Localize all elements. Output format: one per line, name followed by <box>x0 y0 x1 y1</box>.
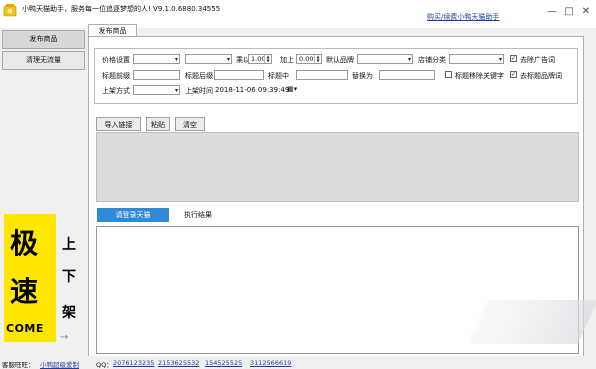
plus-stepper[interactable]: 0.00 ▲ ▼ <box>296 54 322 64</box>
qq-number-link[interactable]: 3112566619 <box>250 359 291 367</box>
replace-with-label: 替换为 <box>352 72 373 80</box>
status-bar: 客服旺旺： 小鸭超级爱制 QQ： 2076123235 2153625532 1… <box>0 356 596 369</box>
qq-number-link[interactable]: 2076123235 <box>113 359 154 367</box>
dropdown-arrow-icon: ▾ <box>174 56 178 63</box>
window-title: 小鸭天猫助手，服务每一位追逐梦想的人! V9.1.0.6880.34555 <box>22 5 221 13</box>
title-remove-keywords-checkbox[interactable] <box>445 71 452 78</box>
title-remove-keywords-label: 标题移除关键字 <box>455 72 504 80</box>
app-duck-icon <box>3 4 17 17</box>
title-prefix-input[interactable] <box>133 70 180 80</box>
calendar-icon[interactable]: ▦▾ <box>287 84 298 94</box>
sidebar-item-clean-no-traffic[interactable]: 清理无流量 <box>2 51 85 70</box>
dropdown-arrow-icon: ▾ <box>174 87 178 94</box>
plus-value: 0.00 <box>299 55 314 63</box>
clear-button[interactable]: 清空 <box>175 117 205 131</box>
default-brand-select[interactable]: ▾ <box>357 54 413 64</box>
dropdown-arrow-icon: ▾ <box>226 56 230 63</box>
maximize-icon[interactable]: □ <box>563 6 575 18</box>
listing-time-label: 上架时间 <box>185 87 213 95</box>
title-middle-input[interactable] <box>296 70 348 80</box>
price-mode-select[interactable]: ▾ <box>133 54 180 64</box>
dropdown-arrow-icon: ▾ <box>498 56 502 63</box>
ad-come-text: COME <box>6 322 44 335</box>
ad-char-su: 速 <box>10 275 39 308</box>
remove-ad-words-checkbox[interactable]: ✓ <box>510 55 517 62</box>
links-grid[interactable] <box>96 132 579 202</box>
remove-title-brand-label: 去标题品牌词 <box>520 72 562 80</box>
listing-time-value[interactable]: 2018-11-06 09:39:49 <box>215 86 289 94</box>
minimize-icon[interactable]: — <box>546 6 558 18</box>
listing-mode-label: 上架方式 <box>102 87 130 95</box>
import-links-button[interactable]: 导入链接 <box>96 117 141 131</box>
title-suffix-input[interactable] <box>214 70 264 80</box>
multiply-stepper[interactable]: 1.00 ▲ ▼ <box>248 54 272 64</box>
ad-char-ji: 极 <box>10 227 39 260</box>
title-suffix-label: 标题后缀 <box>185 72 213 80</box>
price-type-select[interactable]: ▾ <box>185 54 232 64</box>
price-setting-label: 价格设置 <box>102 56 130 64</box>
ad-arrow-icon: → <box>60 332 69 343</box>
tab-execution-result[interactable]: 执行结果 <box>184 208 212 222</box>
title-middle-label: 标题中 <box>268 72 289 80</box>
shop-category-select[interactable]: ▾ <box>449 54 504 64</box>
replace-with-input[interactable] <box>379 70 435 80</box>
qq-number-link[interactable]: 2153625532 <box>158 359 199 367</box>
spinner-arrows-icon[interactable]: ▲ ▼ <box>314 55 321 63</box>
plus-label: 加上 <box>280 56 294 64</box>
watermark-decoration <box>467 300 596 344</box>
shop-category-label: 店铺分类 <box>418 56 446 64</box>
listing-mode-select[interactable]: ▾ <box>133 85 180 95</box>
title-prefix-label: 标题前缀 <box>102 72 130 80</box>
spinner-arrows-icon[interactable]: ▲ ▼ <box>264 55 271 63</box>
ad-side-char-down: 下 <box>62 269 76 285</box>
ad-side-char-up: 上 <box>62 237 76 253</box>
ad-side-char-shelf: 架 <box>62 305 76 321</box>
login-tmall-button[interactable]: 请登录天猫 <box>97 208 169 222</box>
default-brand-label: 默认品牌 <box>326 56 354 64</box>
buy-renew-link[interactable]: 购买/续费小鸭天猫助手 <box>427 12 499 22</box>
sidebar-item-publish[interactable]: 发布商品 <box>2 30 85 49</box>
dropdown-arrow-icon: ▾ <box>407 56 411 63</box>
qq-number-link[interactable]: 154525525 <box>205 359 242 367</box>
paste-button[interactable]: 粘贴 <box>146 117 170 131</box>
close-icon[interactable]: ✕ <box>580 6 592 18</box>
remove-title-brand-checkbox[interactable]: ✓ <box>510 71 517 78</box>
remove-ad-words-label: 去除广告词 <box>520 56 555 64</box>
